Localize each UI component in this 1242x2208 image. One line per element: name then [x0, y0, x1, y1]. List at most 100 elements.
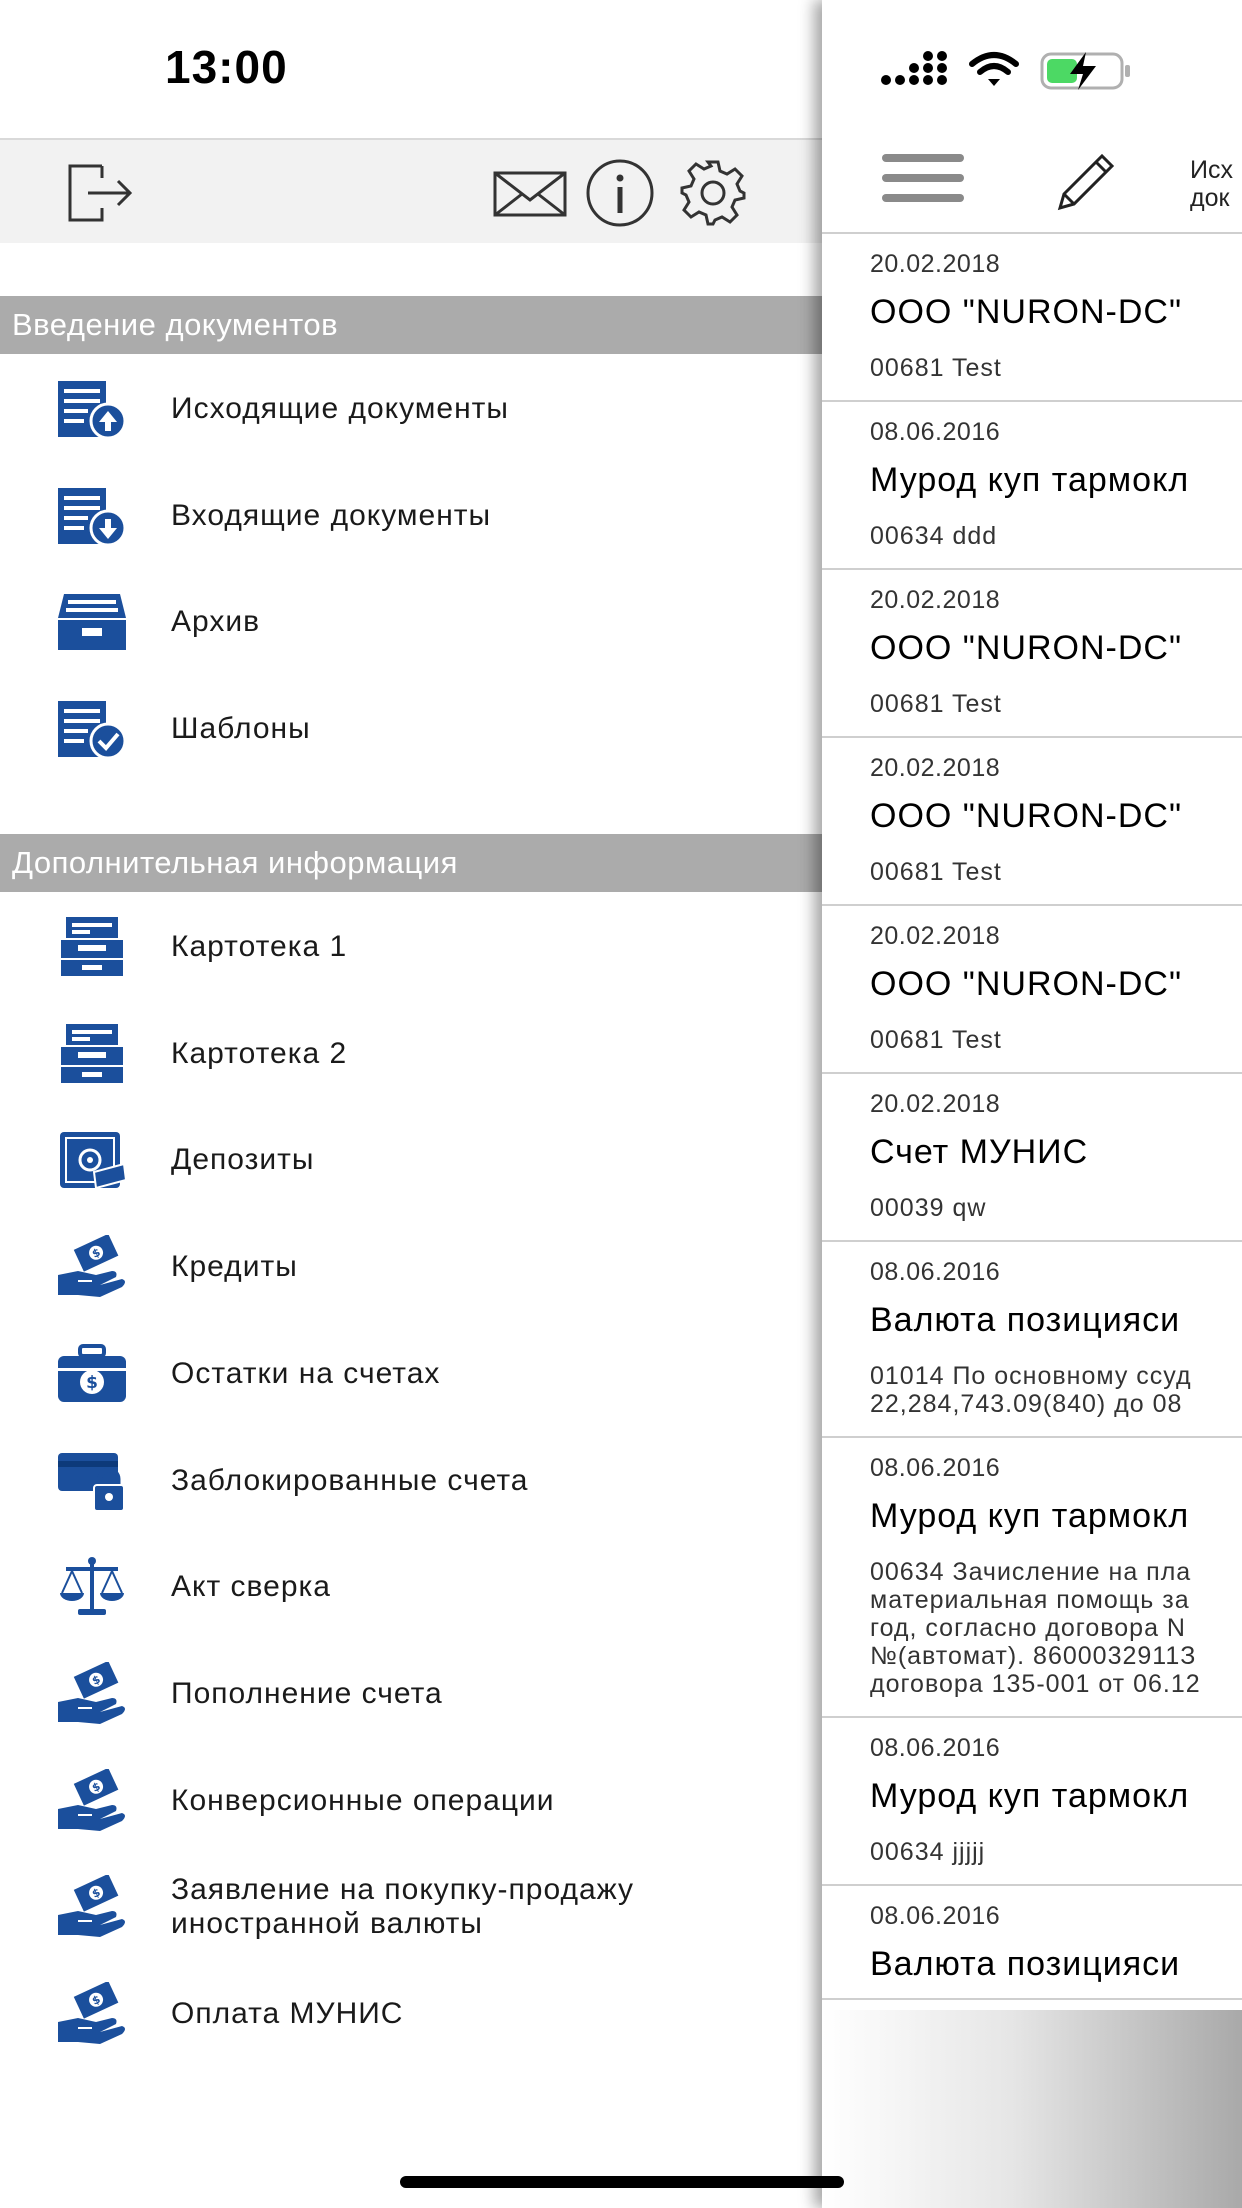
document-title: Валюта позицияси: [870, 1301, 1181, 1339]
menu-item-label: Конверсионные операции: [171, 1783, 555, 1817]
document-list-item[interactable]: 08.06.2016 Валюта позицияси 01014 По основ…: [822, 1242, 1242, 1438]
document-list-item[interactable]: 20.02.2018 Счет МУНИС 00039 qw: [822, 1074, 1242, 1242]
document-date: 08.06.2016: [870, 1454, 1001, 1482]
document-title: ООО "NURON-DC": [870, 965, 1183, 1003]
panel-toolbar: Исх док: [822, 138, 1242, 233]
menu-item-label: Пополнение счета: [171, 1676, 443, 1710]
document-list-item[interactable]: 08.06.2016 Мурод куп тармокл 00634 Зачисле…: [822, 1438, 1242, 1718]
document-date: 08.06.2016: [870, 1734, 1001, 1762]
locked-card-icon: [56, 1449, 128, 1513]
document-list-item[interactable]: 20.02.2018 ООО "NURON-DC" 00681 Test: [822, 570, 1242, 738]
money-hand-icon: $: [56, 1767, 128, 1833]
card-index-icon: [56, 1022, 128, 1086]
document-date: 20.02.2018: [870, 754, 1001, 782]
templates-icon: [56, 697, 128, 761]
menu-item-label: Заблокированные счета: [171, 1463, 529, 1497]
logout-icon[interactable]: [66, 158, 136, 228]
archive-icon: [56, 590, 128, 654]
menu-item-label: Картотека 1: [171, 930, 348, 963]
document-title: Валюта позицияси: [870, 1945, 1181, 1983]
menu-item[interactable]: $ Заявление на покупку-продажу иностранно…: [0, 1857, 822, 1957]
document-date: 08.06.2016: [870, 1902, 1001, 1930]
edit-pencil-icon[interactable]: [1050, 148, 1120, 218]
document-subtitle: 00681 Test: [870, 690, 1002, 718]
document-subtitle: 01014 По основному ссуд 22,284,743.09(84…: [870, 1362, 1192, 1418]
document-date: 08.06.2016: [870, 1258, 1001, 1286]
menu-item[interactable]: $ Остатки на счетах: [0, 1324, 822, 1424]
money-hand-icon: $: [56, 1233, 128, 1299]
mail-icon[interactable]: [492, 158, 568, 228]
battery-charging-icon: [1040, 52, 1130, 90]
navigation-drawer: 13:00 Введение документов Исходящие докум…: [0, 0, 822, 2208]
document-title: ООО "NURON-DC": [870, 797, 1183, 835]
menu-item[interactable]: $ Кредиты: [0, 1217, 822, 1317]
documents-list: 20.02.2018 ООО "NURON-DC" 00681 Test 08.06.…: [822, 232, 1242, 2000]
document-subtitle: 00681 Test: [870, 1026, 1002, 1054]
menu-item-label: Остатки на счетах: [171, 1356, 441, 1390]
menu-item[interactable]: Депозиты: [0, 1110, 822, 1210]
menu-item[interactable]: Акт сверка: [0, 1537, 822, 1637]
document-subtitle: 00634 jjjjj: [870, 1838, 986, 1866]
menu-item[interactable]: Заблокированные счета: [0, 1431, 822, 1531]
money-hand-icon: $: [56, 1660, 128, 1726]
menu-item[interactable]: $ Конверсионные операции: [0, 1751, 822, 1851]
document-list-item[interactable]: 20.02.2018 ООО "NURON-DC" 00681 Test: [822, 234, 1242, 402]
document-date: 20.02.2018: [870, 922, 1001, 950]
document-subtitle: 00681 Test: [870, 354, 1002, 382]
menu-item[interactable]: Исходящие документы: [0, 359, 822, 459]
drawer-toolbar: [0, 138, 822, 243]
documents-panel: Исх док 20.02.2018 ООО "NURON-DC" 00681 Te…: [822, 0, 1242, 2208]
menu-item[interactable]: Картотека 2: [0, 1004, 822, 1104]
menu-item[interactable]: Архив: [0, 572, 822, 672]
menu-item-label: Оплата МУНИС: [171, 1997, 404, 2030]
menu-item-label: Входящие документы: [171, 498, 492, 532]
document-subtitle: 00681 Test: [870, 858, 1002, 886]
money-hand-icon: $: [56, 1980, 128, 2046]
deposit-safe-icon: [56, 1128, 128, 1192]
document-list-item[interactable]: 08.06.2016 Валюта позицияси: [822, 1886, 1242, 2000]
outgoing-documents-icon: [56, 377, 128, 441]
home-indicator: [400, 2176, 844, 2188]
document-list-item[interactable]: 20.02.2018 ООО "NURON-DC" 00681 Test: [822, 906, 1242, 1074]
menu-item-label: Акт сверка: [171, 1570, 331, 1604]
document-list-item[interactable]: 08.06.2016 Мурод куп тармокл 00634 ddd: [822, 402, 1242, 570]
wifi-icon: [969, 52, 1019, 75]
menu-item[interactable]: $ Пополнение счета: [0, 1644, 822, 1744]
menu-item[interactable]: Картотека 1: [0, 897, 822, 997]
document-title: ООО "NURON-DC": [870, 293, 1183, 331]
document-list-item[interactable]: 20.02.2018 ООО "NURON-DC" 00681 Test: [822, 738, 1242, 906]
panel-footer: [822, 2010, 1242, 2208]
menu-item-label: Заявление на покупку-продажу иностранной…: [171, 1873, 635, 1941]
menu-item[interactable]: Входящие документы: [0, 466, 822, 566]
document-subtitle: 00634 Зачисление на пла материальная пом…: [870, 1558, 1201, 1698]
scales-icon: [56, 1555, 128, 1619]
section-header: Введение документов: [0, 296, 822, 354]
document-subtitle: 00039 qw: [870, 1194, 987, 1222]
menu-item-label: Шаблоны: [171, 712, 311, 746]
document-title: ООО "NURON-DC": [870, 629, 1183, 667]
money-hand-icon: $: [56, 1874, 128, 1939]
menu-item-label: Картотека 2: [171, 1036, 348, 1070]
cellular-signal-icon: [881, 51, 947, 85]
menu-item[interactable]: $ Оплата МУНИС: [0, 1964, 822, 2064]
status-icons: [880, 48, 1140, 92]
document-date: 20.02.2018: [870, 1090, 1001, 1118]
menu-item-label: Кредиты: [171, 1250, 298, 1284]
settings-gear-icon[interactable]: [678, 158, 748, 228]
hamburger-menu-icon[interactable]: [882, 154, 964, 214]
section-header: Дополнительная информация: [0, 834, 822, 892]
document-date: 08.06.2016: [870, 418, 1001, 446]
status-time: 13:00: [165, 41, 288, 93]
menu-item-label: Исходящие документы: [171, 392, 509, 425]
menu-item-label: Архив: [171, 605, 261, 639]
menu-item[interactable]: Шаблоны: [0, 679, 822, 779]
document-subtitle: 00634 ddd: [870, 522, 998, 550]
document-title: Мурод куп тармокл: [870, 1777, 1190, 1815]
document-date: 20.02.2018: [870, 250, 1001, 278]
menu-item-label: Депозиты: [171, 1143, 315, 1177]
panel-title: Исх док: [1190, 156, 1233, 212]
money-briefcase-icon: $: [56, 1342, 128, 1406]
document-list-item[interactable]: 08.06.2016 Мурод куп тармокл 00634 jjjjj: [822, 1718, 1242, 1886]
svg-text:$: $: [86, 1373, 98, 1393]
info-icon[interactable]: [585, 158, 655, 228]
